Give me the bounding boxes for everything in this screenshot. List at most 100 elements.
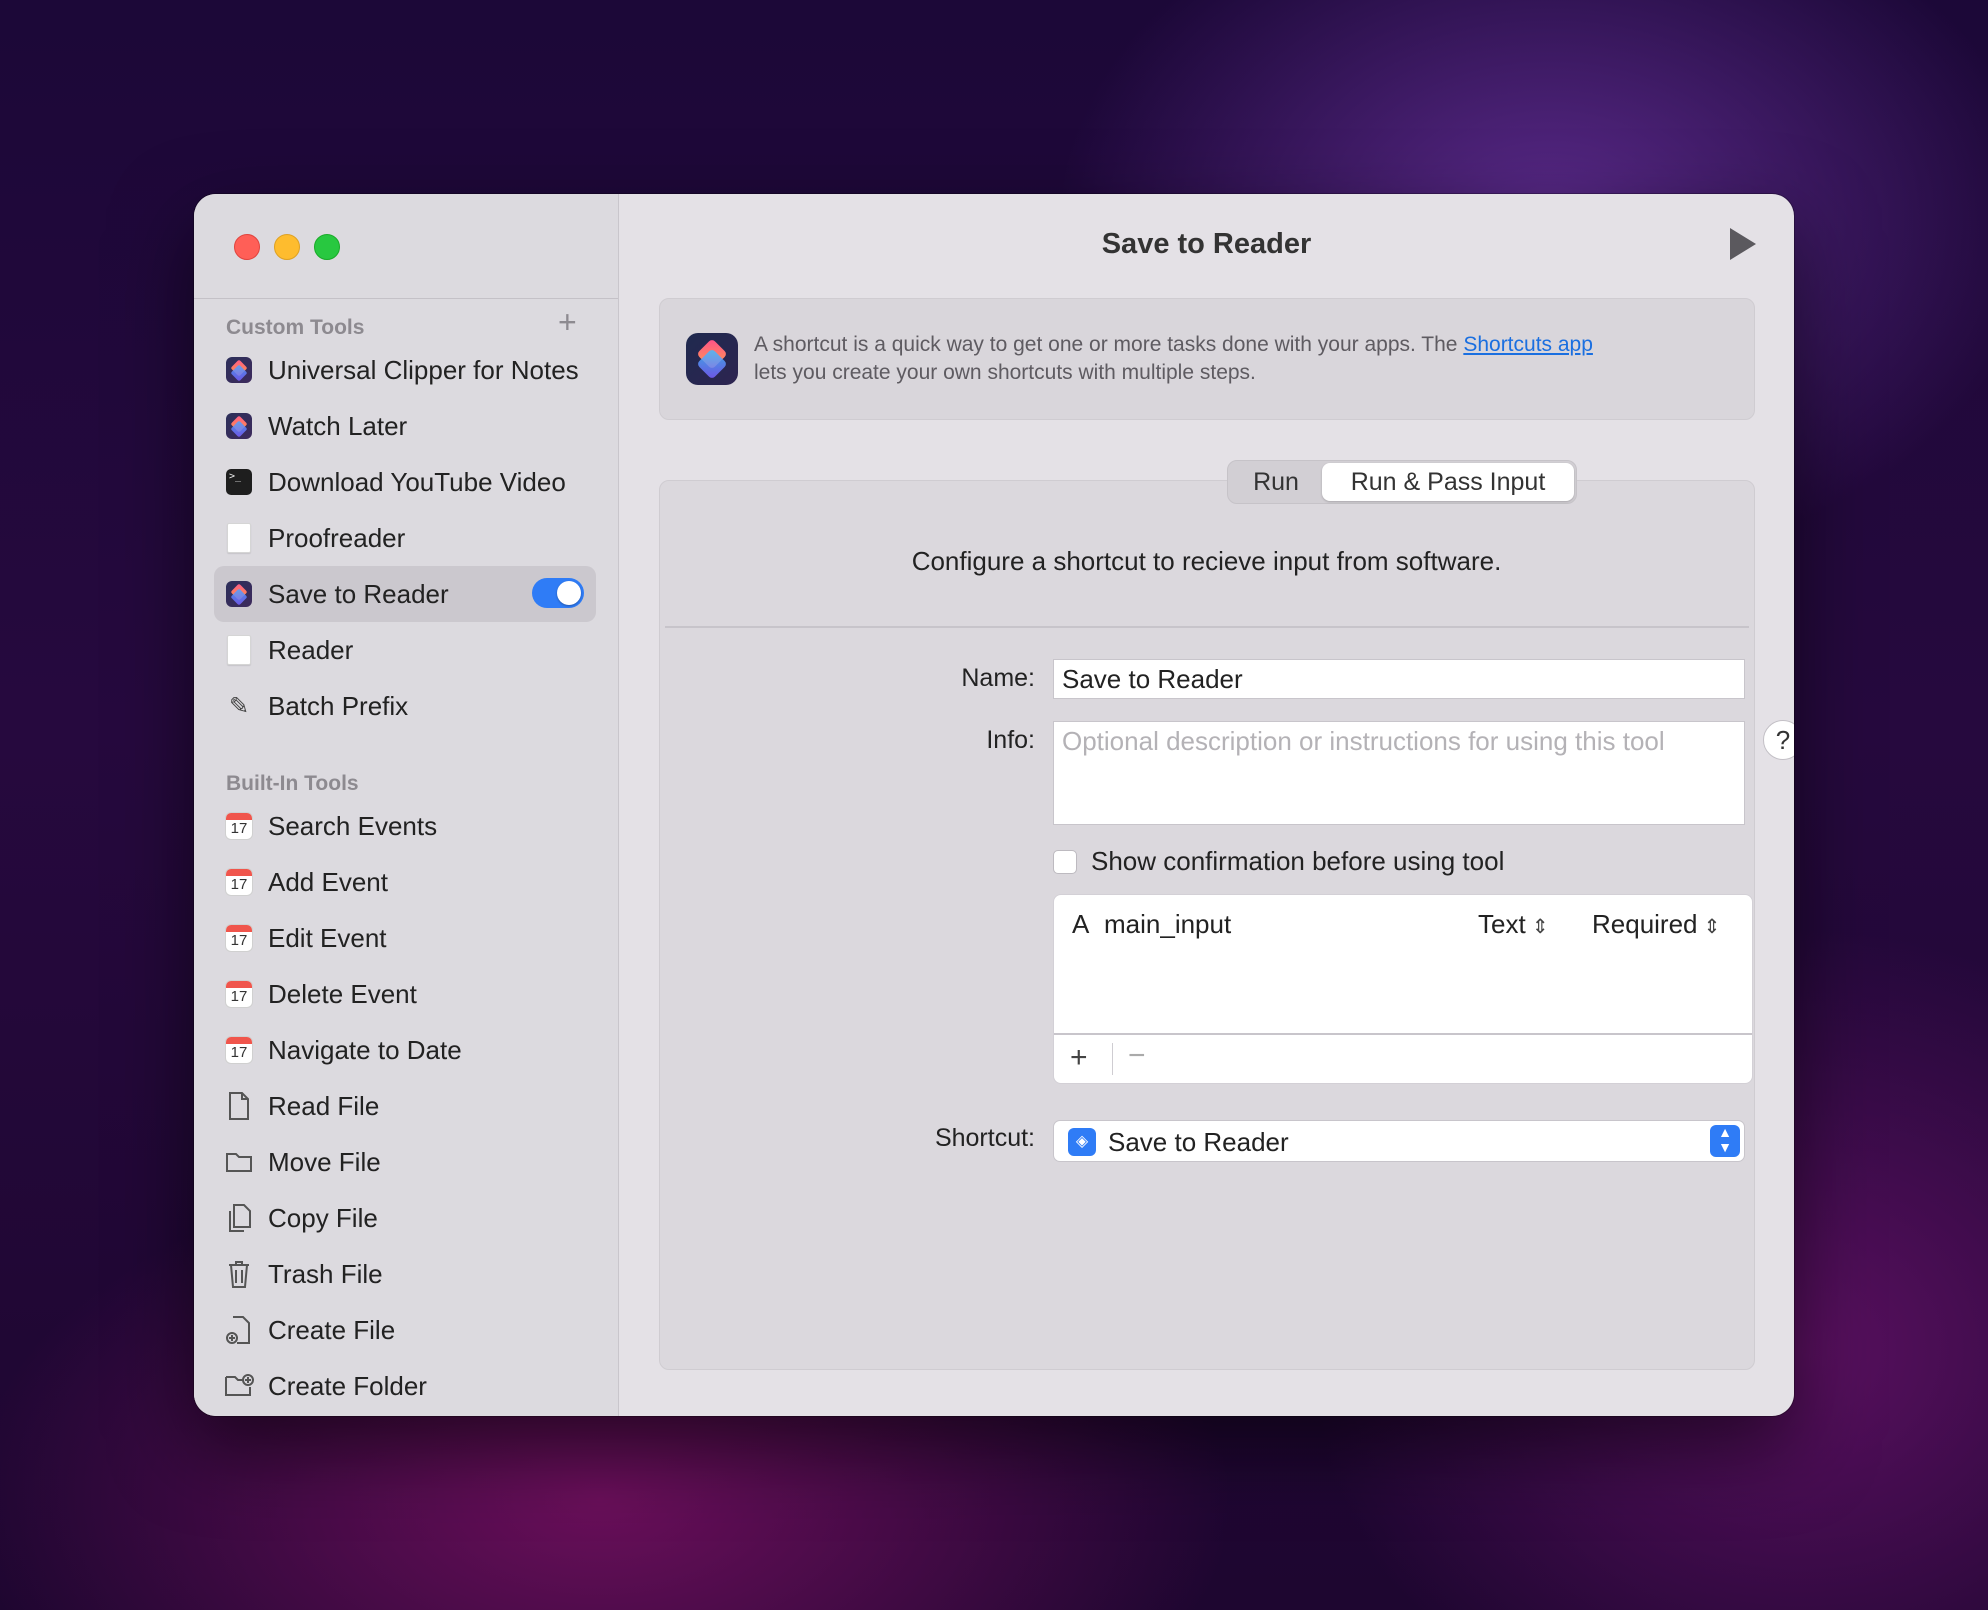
calendar-icon: 17	[225, 868, 253, 896]
shortcut-select-value: Save to Reader	[1108, 1127, 1289, 1157]
create-file-icon	[226, 1316, 250, 1344]
sidebar-item-label: Watch Later	[268, 410, 408, 441]
add-tool-icon[interactable]: +	[558, 306, 577, 338]
updown-chevron-icon: ⇕	[1531, 916, 1549, 938]
sidebar-item-label: Proofreader	[268, 522, 406, 553]
sidebar-item-trash-file[interactable]: Trash File	[214, 1246, 596, 1302]
create-folder-icon	[225, 1374, 254, 1396]
parameters-footer: + −	[1054, 1033, 1752, 1083]
info-placeholder: Optional description or instructions for…	[1062, 726, 1665, 756]
shortcuts-app-icon	[686, 333, 738, 385]
folder-icon	[226, 1153, 252, 1172]
copy-file-icon	[229, 1204, 251, 1232]
info-field[interactable]: Optional description or instructions for…	[1053, 721, 1745, 825]
sidebar-item-label: Read File	[268, 1090, 380, 1121]
sidebar-item-label: Universal Clipper for Notes	[268, 354, 579, 385]
info-text: A shortcut is a quick way to get one or …	[754, 333, 1593, 384]
shortcuts-icon: ◈	[1068, 1128, 1096, 1156]
info-label: Info:	[986, 726, 1035, 754]
table-row[interactable]: A main_input Text ⇕ Required ⇕	[1054, 905, 1752, 945]
sidebar-item-create-folder[interactable]: Create Folder	[214, 1358, 596, 1414]
shortcut-select[interactable]: ◈ Save to Reader ▲ ▼	[1053, 1120, 1745, 1162]
help-button[interactable]: ?	[1763, 720, 1794, 760]
sidebar-item-add-event[interactable]: 17 Add Event	[214, 854, 596, 910]
sidebar-item-label: Create Folder	[268, 1370, 427, 1401]
sidebar-item-move-file[interactable]: Move File	[214, 1134, 596, 1190]
sidebar-item-label: Navigate to Date	[268, 1034, 462, 1065]
sidebar-item-label: Trash File	[268, 1258, 383, 1289]
sidebar-item-read-file[interactable]: Read File	[214, 1078, 596, 1134]
name-label: Name:	[961, 664, 1035, 692]
built-in-tools-heading: Built-In Tools	[226, 772, 359, 795]
tab-run[interactable]: Run	[1230, 463, 1322, 501]
sidebar-item-label: Save to Reader	[268, 578, 449, 609]
zoom-window-button[interactable]	[314, 234, 340, 260]
sidebar-item-label: Search Events	[268, 810, 438, 841]
text-type-icon: A	[1072, 909, 1090, 939]
close-window-button[interactable]	[234, 234, 260, 260]
terminal-icon: >_	[226, 469, 252, 495]
sidebar-item-label: Reader	[268, 634, 354, 665]
add-parameter-button[interactable]: +	[1070, 1041, 1088, 1075]
configure-description: Configure a shortcut to recieve input fr…	[911, 546, 1502, 576]
shortcuts-icon	[226, 413, 252, 439]
calendar-icon: 17	[225, 980, 253, 1008]
divider	[1112, 1043, 1113, 1075]
document-icon	[227, 523, 251, 553]
updown-chevron-icon: ▲ ▼	[1710, 1125, 1740, 1157]
mode-segmented-control: Run Run & Pass Input	[1227, 460, 1577, 504]
custom-tools-heading: Custom Tools	[226, 316, 365, 339]
param-type-select[interactable]: Text ⇕	[1478, 909, 1548, 940]
window-titlebar	[194, 194, 618, 299]
detail-pane: Save to Reader A shortcut is a quick way…	[619, 194, 1794, 1416]
sidebar-item-batch-prefix[interactable]: ✎ Batch Prefix	[214, 678, 596, 734]
shortcuts-app-link[interactable]: Shortcuts app	[1463, 333, 1593, 356]
tab-run-pass-input[interactable]: Run & Pass Input	[1322, 463, 1574, 501]
calendar-icon: 17	[225, 812, 253, 840]
sidebar-item-label: Move File	[268, 1146, 381, 1177]
calendar-icon: 17	[225, 1036, 253, 1064]
sidebar-item-navigate-to-date[interactable]: 17 Navigate to Date	[214, 1022, 596, 1078]
document-icon	[227, 635, 251, 665]
quill-icon: ✎	[228, 692, 250, 720]
sidebar-item-edit-event[interactable]: 17 Edit Event	[214, 910, 596, 966]
sidebar-item-create-file[interactable]: Create File	[214, 1302, 596, 1358]
sidebar-item-label: Batch Prefix	[268, 690, 409, 721]
param-name[interactable]: main_input	[1104, 909, 1231, 940]
sidebar-item-label: Create File	[268, 1314, 396, 1345]
sidebar-item-reader[interactable]: Reader	[214, 622, 596, 678]
sidebar-item-universal-clipper[interactable]: Universal Clipper for Notes	[214, 342, 596, 398]
confirmation-label[interactable]: Show confirmation before using tool	[1091, 846, 1504, 877]
toggle-knob	[557, 581, 581, 605]
sidebar-item-save-to-reader[interactable]: Save to Reader	[214, 566, 596, 622]
divider	[665, 626, 1749, 628]
app-window: Custom Tools + Universal Clipper for Not…	[194, 194, 1794, 1416]
sidebar-item-label: Edit Event	[268, 922, 387, 953]
sidebar-item-label: Delete Event	[268, 978, 417, 1009]
sidebar-item-label: Add Event	[268, 866, 388, 897]
sidebar-item-copy-file[interactable]: Copy File	[214, 1190, 596, 1246]
sidebar-item-label: Download YouTube Video	[268, 466, 566, 497]
updown-chevron-icon: ⇕	[1703, 916, 1721, 938]
shortcuts-icon	[226, 581, 252, 607]
remove-parameter-button[interactable]: −	[1128, 1039, 1146, 1073]
file-icon	[229, 1092, 249, 1120]
minimize-window-button[interactable]	[274, 234, 300, 260]
window-title: Save to Reader	[1101, 228, 1312, 260]
parameters-table: A main_input Text ⇕ Required ⇕ + −	[1053, 894, 1753, 1084]
play-icon[interactable]	[1730, 228, 1756, 260]
sidebar-item-delete-event[interactable]: 17 Delete Event	[214, 966, 596, 1022]
calendar-icon: 17	[225, 924, 253, 952]
shortcut-label: Shortcut:	[934, 1124, 1035, 1152]
name-field[interactable]: Save to Reader	[1053, 659, 1745, 699]
sidebar-item-proofreader[interactable]: Proofreader	[214, 510, 596, 566]
enable-toggle[interactable]	[532, 578, 584, 608]
sidebar: Custom Tools + Universal Clipper for Not…	[194, 194, 619, 1416]
param-required-select[interactable]: Required ⇕	[1592, 909, 1720, 940]
sidebar-item-watch-later[interactable]: Watch Later	[214, 398, 596, 454]
trash-icon	[229, 1261, 249, 1288]
confirmation-checkbox[interactable]	[1053, 850, 1077, 874]
sidebar-item-download-youtube[interactable]: >_ Download YouTube Video	[214, 454, 596, 510]
sidebar-item-label: Copy File	[268, 1202, 378, 1233]
sidebar-item-search-events[interactable]: 17 Search Events	[214, 798, 596, 854]
